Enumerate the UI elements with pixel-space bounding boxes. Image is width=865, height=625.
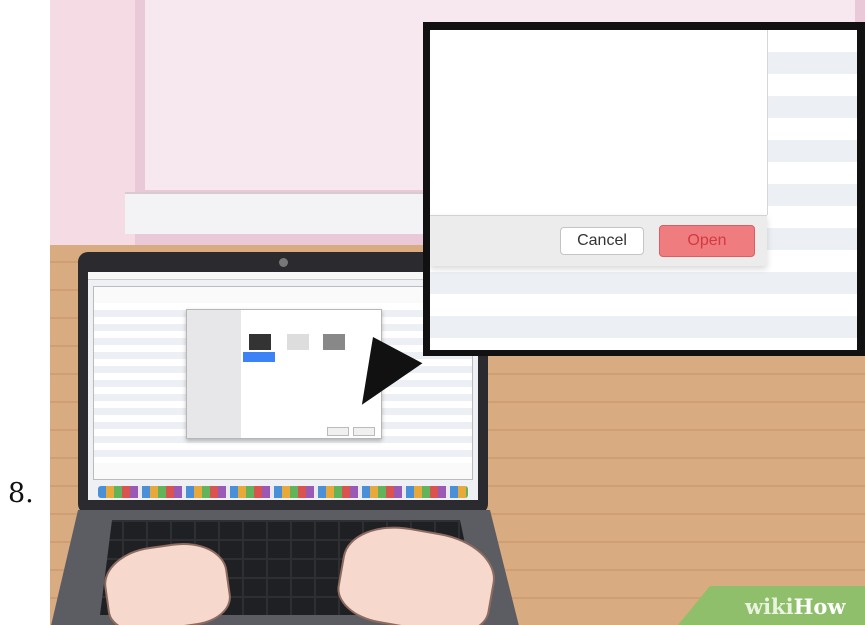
menu-bar bbox=[88, 272, 478, 280]
wikihow-logo-part1: wiki bbox=[745, 594, 794, 619]
step-number: 8. bbox=[8, 478, 34, 509]
mini-open-button[interactable] bbox=[353, 427, 375, 436]
zoomed-dialog: Cancel Open bbox=[430, 30, 857, 350]
selected-file[interactable] bbox=[243, 352, 275, 362]
dock[interactable] bbox=[98, 486, 468, 498]
dialog-content bbox=[430, 30, 768, 215]
dialog-sidebar bbox=[187, 310, 241, 438]
file-thumbnail-icon[interactable] bbox=[287, 334, 309, 350]
zoom-callout: Cancel Open bbox=[423, 22, 865, 356]
file-thumbnail-icon[interactable] bbox=[249, 334, 271, 350]
finder-window bbox=[93, 286, 473, 480]
file-thumbnail-icon[interactable] bbox=[323, 334, 345, 350]
wikihow-logo-part2: How bbox=[793, 594, 846, 619]
webcam-icon bbox=[279, 258, 288, 267]
mini-cancel-button[interactable] bbox=[327, 427, 349, 436]
wikihow-logo: wikiHow bbox=[745, 594, 846, 619]
cancel-button[interactable]: Cancel bbox=[560, 227, 644, 255]
laptop-screen bbox=[88, 272, 478, 500]
open-button[interactable]: Open bbox=[659, 225, 755, 257]
